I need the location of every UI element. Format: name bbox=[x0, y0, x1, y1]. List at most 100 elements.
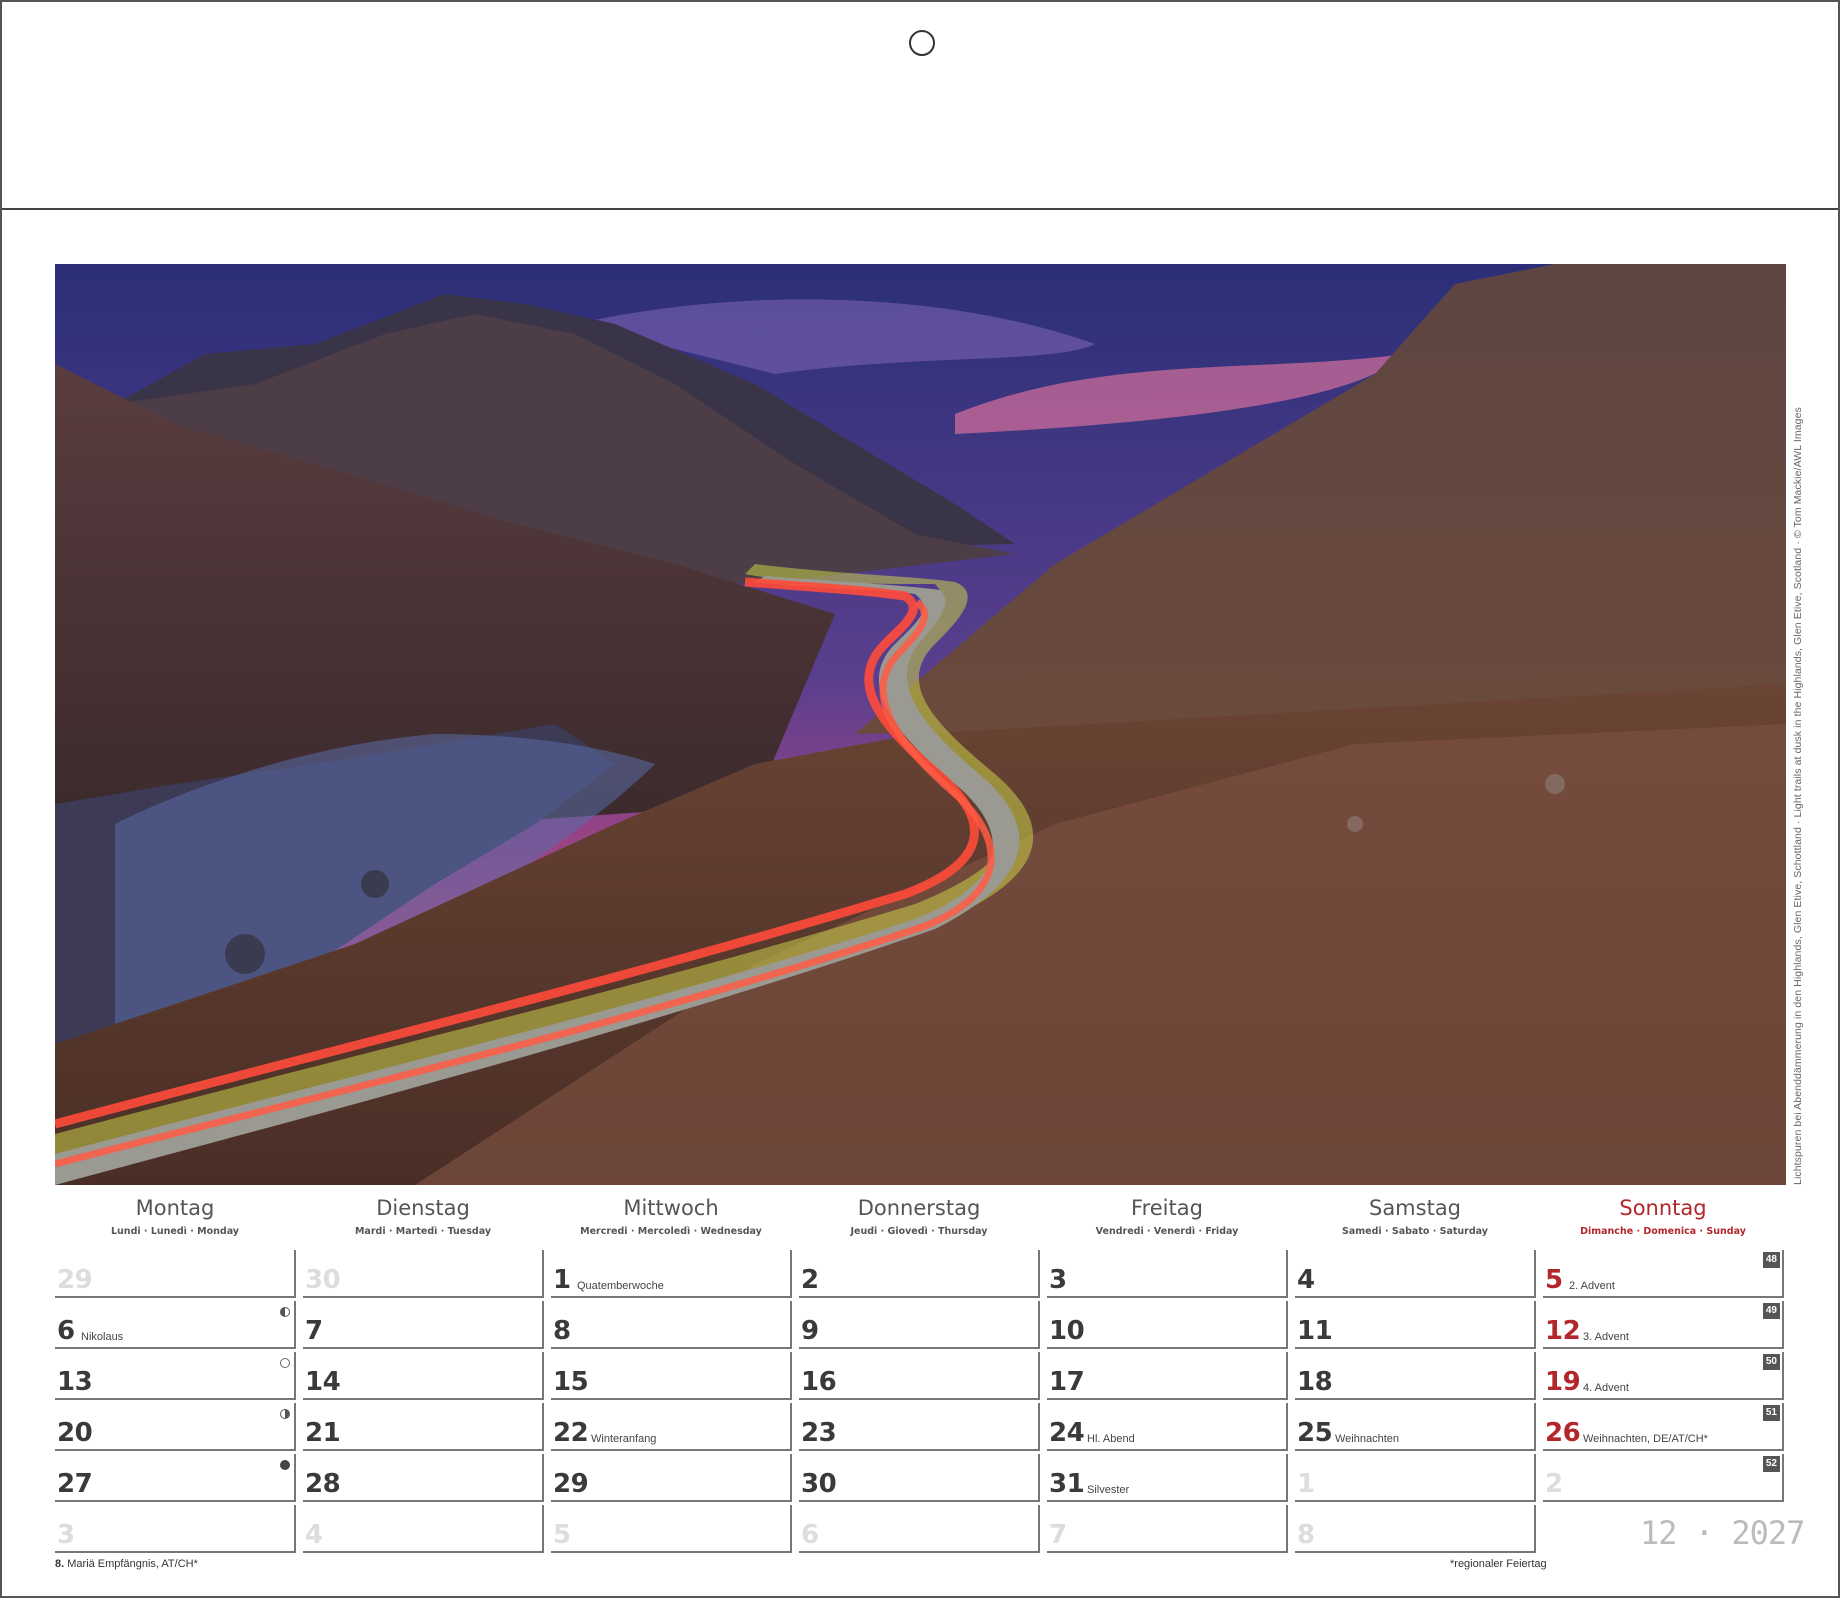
day-cell: 21 bbox=[303, 1403, 544, 1451]
day-number: 24 bbox=[1049, 1418, 1085, 1448]
weekday-translations: Lundi · Lunedì · Monday bbox=[110, 1226, 240, 1237]
day-cell: 31 Silvester bbox=[1047, 1454, 1288, 1502]
day-cell: 12 3. Advent 49 bbox=[1543, 1301, 1784, 1349]
day-cell: 13 bbox=[55, 1352, 296, 1400]
moon-phase-icon bbox=[280, 1409, 290, 1419]
day-note: Winteranfang bbox=[591, 1433, 657, 1445]
day-note: Quatemberwoche bbox=[577, 1280, 664, 1292]
day-cell: 19 4. Advent 50 bbox=[1543, 1352, 1784, 1400]
day-number: 29 bbox=[553, 1469, 589, 1499]
day-note: 2. Advent bbox=[1569, 1280, 1615, 1292]
day-number: 19 bbox=[1545, 1367, 1581, 1397]
weekday-header-sunday: Sonntag Dimanche · Domenica · Sunday bbox=[1543, 1196, 1783, 1237]
day-cell: 11 bbox=[1295, 1301, 1536, 1349]
weekday-translations: Dimanche · Domenica · Sunday bbox=[1580, 1226, 1746, 1237]
weekday-name: Freitag bbox=[1131, 1196, 1203, 1220]
weekday-name: Sonntag bbox=[1619, 1196, 1707, 1220]
day-number: 31 bbox=[1049, 1469, 1085, 1499]
weekday-header-saturday: Samstag Samedi · Sabato · Saturday bbox=[1295, 1196, 1535, 1237]
day-cell: 30 bbox=[303, 1250, 544, 1298]
day-cell: 22 Winteranfang bbox=[551, 1403, 792, 1451]
day-cell: 8 bbox=[1295, 1505, 1536, 1553]
day-note: Weihnachten, DE/AT/CH* bbox=[1583, 1433, 1708, 1445]
day-cell: 23 bbox=[799, 1403, 1040, 1451]
moon-phase-icon bbox=[280, 1460, 290, 1470]
day-cell: 10 bbox=[1047, 1301, 1288, 1349]
day-number: 25 bbox=[1297, 1418, 1333, 1448]
day-number: 5 bbox=[553, 1520, 571, 1550]
day-cell: 4 bbox=[1295, 1250, 1536, 1298]
week-number-badge: 48 bbox=[1762, 1252, 1780, 1268]
day-number: 10 bbox=[1049, 1316, 1085, 1346]
day-number: 3 bbox=[57, 1520, 75, 1550]
week-number-badge: 52 bbox=[1762, 1456, 1780, 1472]
day-number: 6 bbox=[57, 1316, 75, 1346]
day-cell: 15 bbox=[551, 1352, 792, 1400]
day-number: 8 bbox=[553, 1316, 571, 1346]
day-note: Hl. Abend bbox=[1087, 1433, 1135, 1445]
day-number: 18 bbox=[1297, 1367, 1333, 1397]
day-number: 6 bbox=[801, 1520, 819, 1550]
day-number: 4 bbox=[305, 1520, 323, 1550]
day-number: 7 bbox=[305, 1316, 323, 1346]
footnote-regional: *regionaler Feiertag bbox=[1450, 1558, 1547, 1570]
day-cell: 2 bbox=[799, 1250, 1040, 1298]
weekday-name: Dienstag bbox=[376, 1196, 470, 1220]
weekday-name: Montag bbox=[135, 1196, 215, 1220]
day-number: 20 bbox=[57, 1418, 93, 1448]
day-cell: 6 bbox=[799, 1505, 1040, 1553]
day-number: 26 bbox=[1545, 1418, 1581, 1448]
day-cell: 14 bbox=[303, 1352, 544, 1400]
moon-phase-icon bbox=[280, 1307, 290, 1317]
footnote-holiday-date: 8. bbox=[55, 1558, 65, 1570]
weekday-name: Mittwoch bbox=[623, 1196, 719, 1220]
day-cell: 7 bbox=[1047, 1505, 1288, 1553]
day-cell: 8 bbox=[551, 1301, 792, 1349]
footnote-holiday: 8. Mariä Empfängnis, AT/CH* bbox=[55, 1558, 198, 1570]
weekday-translations: Mercredi · Mercoledì · Wednesday bbox=[580, 1226, 762, 1237]
day-cell: 24 Hl. Abend bbox=[1047, 1403, 1288, 1451]
photo-credit: Lichtspuren bei Abenddämmerung in den Hi… bbox=[1792, 407, 1804, 1185]
day-cell: 1 bbox=[1295, 1454, 1536, 1502]
day-number: 1 bbox=[1297, 1469, 1315, 1499]
day-cell: 27 bbox=[55, 1454, 296, 1502]
weekday-header-thursday: Donnerstag Jeudi · Giovedì · Thursday bbox=[799, 1196, 1039, 1237]
day-note: Nikolaus bbox=[81, 1331, 124, 1343]
day-cell: 3 bbox=[1047, 1250, 1288, 1298]
day-number: 12 bbox=[1545, 1316, 1581, 1346]
day-note: Silvester bbox=[1087, 1484, 1130, 1496]
day-cell: 29 bbox=[551, 1454, 792, 1502]
day-number: 23 bbox=[801, 1418, 837, 1448]
landscape-photo bbox=[55, 264, 1786, 1185]
day-number: 9 bbox=[801, 1316, 819, 1346]
day-number: 30 bbox=[801, 1469, 837, 1499]
day-cell: 6 Nikolaus bbox=[55, 1301, 296, 1349]
weekday-header-monday: Montag Lundi · Lunedì · Monday bbox=[55, 1196, 295, 1237]
weekday-translations: Vendredi · Venerdì · Friday bbox=[1095, 1226, 1239, 1237]
day-cell: 28 bbox=[303, 1454, 544, 1502]
day-note: 4. Advent bbox=[1583, 1382, 1629, 1394]
day-cell: 3 bbox=[55, 1505, 296, 1553]
day-number: 3 bbox=[1049, 1265, 1067, 1295]
weekday-translations: Jeudi · Giovedì · Thursday bbox=[850, 1226, 988, 1237]
day-cell: 5 2. Advent 48 bbox=[1543, 1250, 1784, 1298]
weekday-header-tuesday: Dienstag Mardi · Martedì · Tuesday bbox=[303, 1196, 543, 1237]
day-number: 22 bbox=[553, 1418, 589, 1448]
day-cell: 30 bbox=[799, 1454, 1040, 1502]
day-number: 15 bbox=[553, 1367, 589, 1397]
day-cell: 4 bbox=[303, 1505, 544, 1553]
day-number: 17 bbox=[1049, 1367, 1085, 1397]
footnote-holiday-text: Mariä Empfängnis, AT/CH* bbox=[64, 1558, 198, 1570]
day-number: 2 bbox=[1545, 1469, 1563, 1499]
day-cell: 2 52 bbox=[1543, 1454, 1784, 1502]
day-cell: 20 bbox=[55, 1403, 296, 1451]
day-number: 13 bbox=[57, 1367, 93, 1397]
day-note: 3. Advent bbox=[1583, 1331, 1629, 1343]
day-note: Weihnachten bbox=[1335, 1433, 1400, 1445]
day-cell: 29 bbox=[55, 1250, 296, 1298]
day-number: 21 bbox=[305, 1418, 341, 1448]
day-number: 2 bbox=[801, 1265, 819, 1295]
weekday-name: Samstag bbox=[1368, 1196, 1462, 1220]
day-cell: 16 bbox=[799, 1352, 1040, 1400]
weekday-translations: Mardi · Martedì · Tuesday bbox=[354, 1226, 492, 1237]
